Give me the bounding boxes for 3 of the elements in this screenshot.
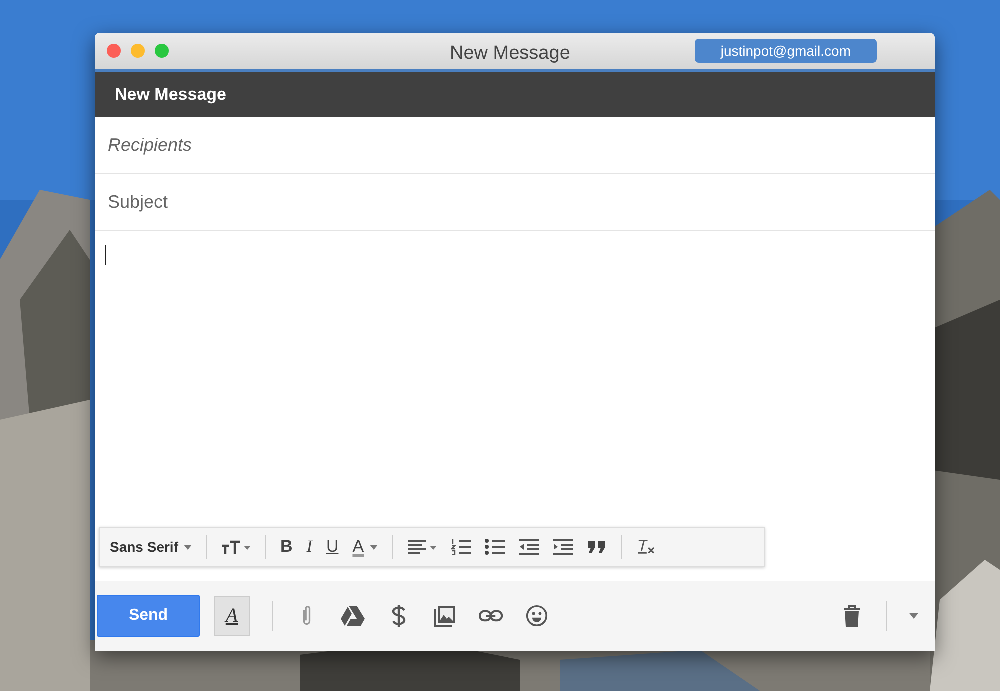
account-badge: justinpot@gmail.com: [694, 39, 877, 63]
compose-title: New Message: [115, 84, 226, 104]
window-title: New Message: [450, 43, 570, 65]
